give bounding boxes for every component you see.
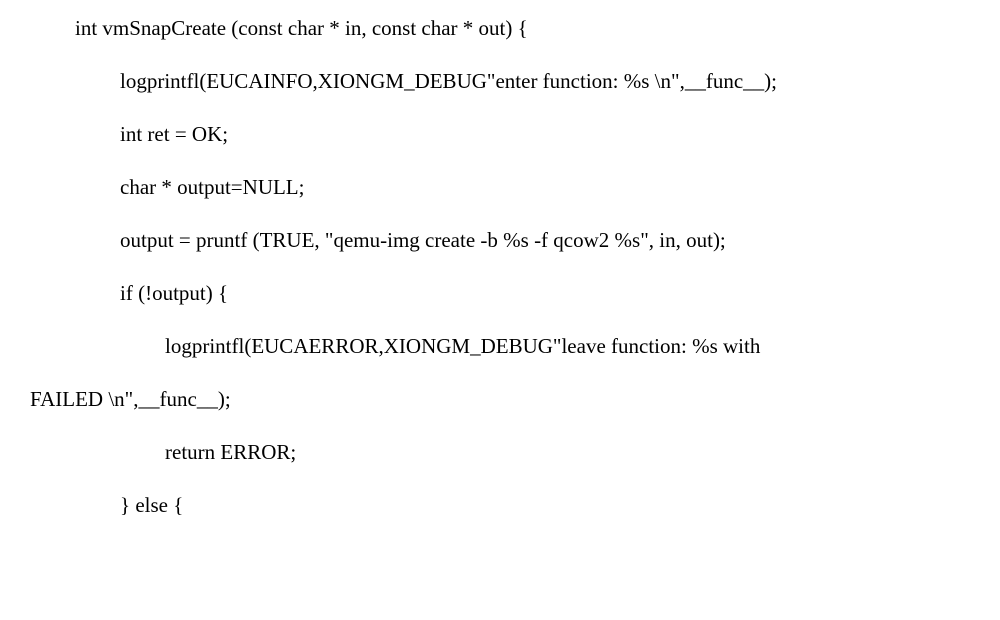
code-line: int vmSnapCreate (const char * in, const… [30, 18, 1000, 39]
code-block: int vmSnapCreate (const char * in, const… [30, 18, 1000, 516]
code-line: FAILED \n",__func__); [30, 389, 1000, 410]
code-line: logprintfl(EUCAINFO,XIONGM_DEBUG"enter f… [30, 71, 1000, 92]
code-line: output = pruntf (TRUE, "qemu-img create … [30, 230, 1000, 251]
code-line: char * output=NULL; [30, 177, 1000, 198]
code-line: logprintfl(EUCAERROR,XIONGM_DEBUG"leave … [30, 336, 1000, 357]
code-line: return ERROR; [30, 442, 1000, 463]
code-line: int ret = OK; [30, 124, 1000, 145]
code-line: if (!output) { [30, 283, 1000, 304]
code-line: } else { [30, 495, 1000, 516]
